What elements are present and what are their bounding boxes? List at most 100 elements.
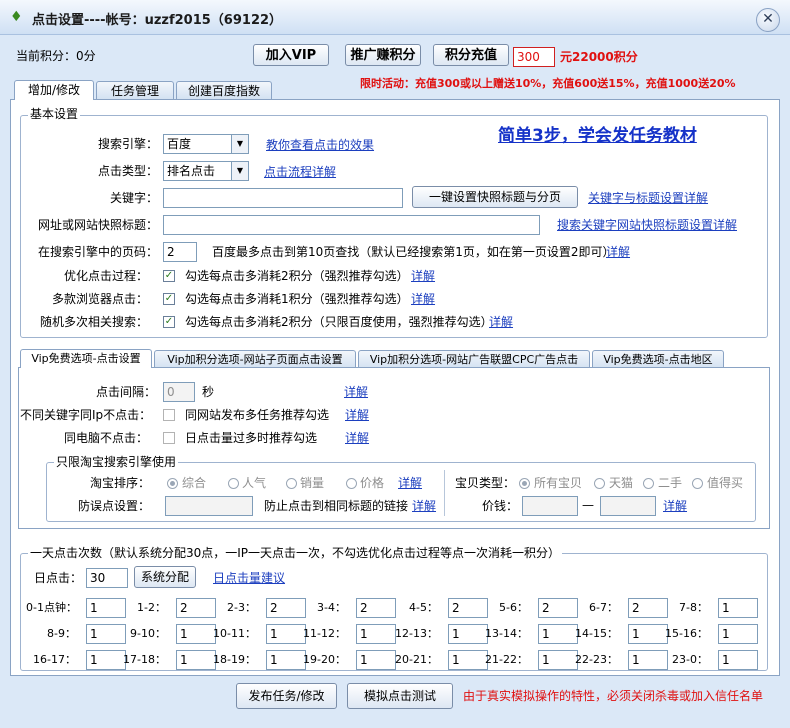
keyword-label: 关键字： (109, 191, 158, 205)
hour-slot-label: 7-8： (679, 601, 708, 614)
browser-label: 多款浏览器点击： (51, 292, 148, 306)
same-ip-label: 不同关键字同Ip不点击： (20, 408, 152, 422)
random-search-text: 勾选每点击多消耗2积分（只限百度使用，强烈推荐勾选） (185, 315, 493, 329)
system-assign-button[interactable]: 系统分配 (134, 566, 196, 588)
hour-slot-label: 19-20： (303, 653, 346, 666)
engine-select[interactable]: 百度 ▼ (163, 134, 249, 154)
item-radio-all[interactable] (519, 478, 530, 489)
snapshot-title-link[interactable]: 搜索关键字网站快照标题设置详解 (557, 216, 737, 234)
price-max-input[interactable] (600, 496, 656, 516)
chevron-down-icon: ▼ (231, 162, 248, 180)
price-min-input[interactable] (522, 496, 578, 516)
promo-text: 限时活动：充值300或以上赠送10%，充值600送15%，充值1000送20% (360, 77, 736, 90)
hour-slot-label: 12-13： (395, 627, 438, 640)
same-ip-checkbox[interactable] (163, 409, 175, 421)
tutorial-headline[interactable]: 简单3步，学会发任务教材 (498, 127, 697, 145)
sort-radio-popularity[interactable] (228, 478, 239, 489)
hour-slot-label: 11-12： (303, 627, 346, 640)
click-type-select-value: 排名点击 (167, 164, 216, 178)
interval-input[interactable]: 0 (163, 382, 195, 402)
sort-detail-link[interactable]: 详解 (398, 474, 422, 492)
item-radio-used[interactable] (643, 478, 654, 489)
hour-slot-label: 15-16： (665, 627, 708, 640)
item-radio-worth[interactable] (692, 478, 703, 489)
daily-clicks-label: 日点击： (34, 571, 83, 585)
interval-label: 点击间隔： (95, 385, 156, 399)
click-type-select[interactable]: 排名点击 ▼ (163, 161, 249, 181)
hour-slot-label: 14-15： (575, 627, 618, 640)
hour-slot-label: 9-10： (130, 627, 166, 640)
random-search-detail-link[interactable]: 详解 (489, 313, 513, 331)
recharge-button[interactable]: 积分充值 (433, 44, 509, 66)
page-detail-link[interactable]: 详解 (606, 243, 630, 261)
hour-slot-label: 3-4： (317, 601, 346, 614)
sort-radio-comprehensive[interactable] (167, 478, 178, 489)
browser-checkbox[interactable]: ✓ (163, 293, 175, 305)
join-vip-button[interactable]: 加入VIP (253, 44, 329, 66)
interval-unit: 秒 (202, 385, 215, 399)
same-ip-text: 同网站发布多任务推荐勾选 (185, 408, 330, 422)
hour-slot-label: 16-17： (33, 653, 76, 666)
same-pc-detail-link[interactable]: 详解 (345, 429, 369, 447)
item-type-label: 宝贝类型： (455, 476, 516, 490)
interval-detail-link[interactable]: 详解 (344, 383, 368, 401)
daily-clicks-input[interactable]: 30 (86, 568, 128, 588)
close-button[interactable]: ✕ (756, 8, 780, 32)
optimize-detail-link[interactable]: 详解 (411, 267, 435, 285)
antivirus-warning: 由于真实模拟操作的特性，必须关闭杀毒或加入信任名单 (463, 689, 764, 703)
taobao-divider (444, 470, 445, 516)
tab-vip-click-settings[interactable]: Vip免费选项-点击设置 (20, 349, 152, 368)
tab-vip-subpage[interactable]: Vip加积分选项-网站子页面点击设置 (154, 350, 356, 368)
item-option-worth: 值得买 (707, 476, 744, 490)
optimize-checkbox[interactable]: ✓ (163, 270, 175, 282)
sort-label: 淘宝排序： (89, 476, 150, 490)
keyword-input[interactable] (163, 188, 403, 208)
engine-label: 搜索引擎： (97, 137, 158, 151)
hour-slot-input[interactable]: 1 (718, 598, 758, 618)
same-ip-detail-link[interactable]: 详解 (345, 406, 369, 424)
publish-task-button[interactable]: 发布任务/修改 (236, 683, 337, 709)
hour-slot-label: 8-9： (47, 627, 76, 640)
browser-detail-link[interactable]: 详解 (411, 290, 435, 308)
misclick-detail-link[interactable]: 详解 (412, 497, 436, 515)
item-option-used: 二手 (658, 476, 683, 490)
hour-slot-label: 18-19： (213, 653, 256, 666)
simulate-click-button[interactable]: 模拟点击测试 (347, 683, 453, 709)
hour-slot-input[interactable]: 1 (718, 624, 758, 644)
misclick-input[interactable] (165, 496, 253, 516)
same-pc-checkbox[interactable] (163, 432, 175, 444)
promote-button[interactable]: 推广赚积分 (345, 44, 421, 66)
hour-slot-label: 5-6： (499, 601, 528, 614)
title-bar[interactable]: ♦ 点击设置----帐号：uzzf2015（69122） ✕ (0, 0, 790, 35)
one-click-setup-button[interactable]: 一键设置快照标题与分页 (412, 186, 578, 208)
price-detail-link[interactable]: 详解 (663, 497, 687, 515)
tab-add-edit[interactable]: 增加/修改 (14, 80, 94, 100)
hour-slot-label: 6-7： (589, 601, 618, 614)
hour-slot-label: 22-23： (575, 653, 618, 666)
tab-vip-region[interactable]: Vip免费选项-点击地区 (592, 350, 724, 368)
sort-radio-sales[interactable] (286, 478, 297, 489)
daily-clicks-legend: 一天点击次数（默认系统分配30点，一IP一天点击一次，不勾选优化点击过程等点一次… (28, 546, 563, 560)
random-search-checkbox[interactable]: ✓ (163, 316, 175, 328)
sort-option-popularity: 人气 (242, 476, 267, 490)
tab-vip-cpc[interactable]: Vip加积分选项-网站广告联盟CPC广告点击 (358, 350, 590, 368)
item-radio-tmall[interactable] (594, 478, 605, 489)
click-type-label: 点击类型： (97, 164, 158, 178)
click-flow-link[interactable]: 点击流程详解 (264, 163, 336, 181)
sort-option-sales: 销量 (300, 476, 325, 490)
hour-slot-label: 21-22： (485, 653, 528, 666)
tab-task-management[interactable]: 任务管理 (96, 81, 174, 99)
hour-slot-input[interactable]: 1 (718, 650, 758, 670)
recharge-amount-input[interactable]: 300 (513, 47, 555, 67)
tab-baidu-index[interactable]: 创建百度指数 (176, 81, 272, 99)
sort-radio-price[interactable] (346, 478, 357, 489)
daily-suggest-link[interactable]: 日点击量建议 (213, 569, 285, 587)
sort-option-price: 价格 (360, 476, 385, 490)
engine-effect-link[interactable]: 教你查看点击的效果 (266, 136, 374, 154)
misclick-text: 防止点击到相同标题的链接 (264, 499, 409, 513)
keyword-title-link[interactable]: 关键字与标题设置详解 (588, 189, 708, 207)
page-number-input[interactable]: 2 (163, 242, 197, 262)
url-title-input[interactable] (163, 215, 540, 235)
optimize-label: 优化点击过程： (63, 269, 148, 283)
random-search-label: 随机多次相关搜索： (39, 315, 148, 329)
